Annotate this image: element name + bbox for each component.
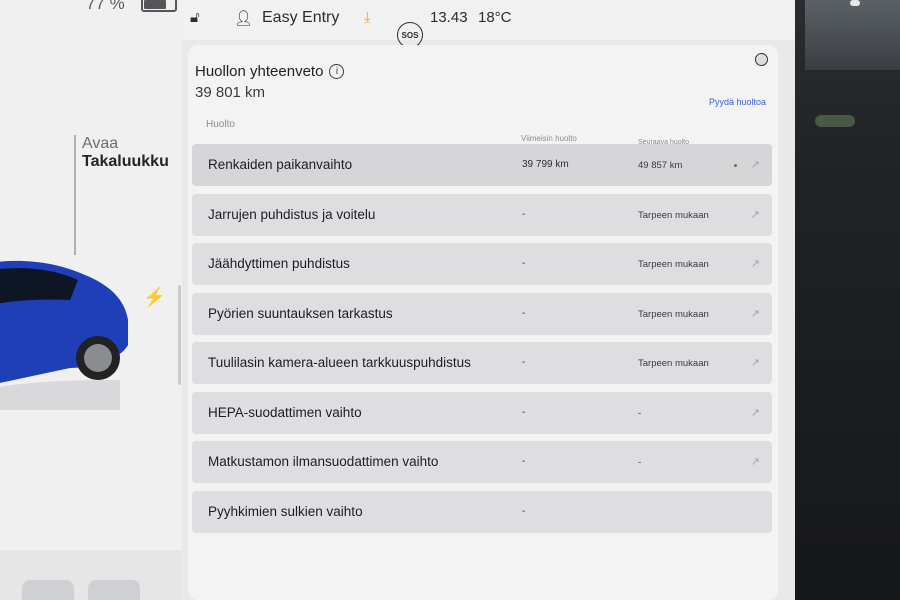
- service-name: HEPA-suodattimen vaihto: [208, 404, 362, 420]
- seat-icon[interactable]: [22, 580, 74, 600]
- arrow-up-right-icon[interactable]: ↗: [751, 307, 760, 320]
- info-icon[interactable]: i: [329, 64, 345, 79]
- arrow-up-right-icon[interactable]: ↗: [751, 158, 760, 171]
- status-bar: 🔓︎ 👤︎ Easy Entry ⤓ SOS 13.43 18°C: [182, 0, 795, 48]
- driver-profile-name[interactable]: Easy Entry: [262, 9, 339, 27]
- table-row[interactable]: Jarrujen puhdistus ja voitelu - Tarpeen …: [192, 193, 772, 236]
- table-header: Huolto Viimeisin huolto Seuraava huolto: [206, 118, 766, 146]
- last-service-value: -: [522, 258, 526, 269]
- last-service-value: 39 799 km: [522, 159, 569, 170]
- next-service-value: 49 857 km: [638, 160, 683, 171]
- battery-status: 77 %: [0, 0, 177, 14]
- clock: 13.43: [430, 9, 468, 26]
- service-name: Jarrujen puhdistus ja voitelu: [208, 206, 376, 222]
- lock-open-icon[interactable]: 🔓︎: [190, 9, 200, 26]
- next-service-value: Tarpeen mukaan: [638, 308, 709, 320]
- vehicle-panel: 77 % Avaa Takaluukku ⚡: [0, 0, 182, 600]
- download-icon[interactable]: ⤓: [364, 9, 371, 26]
- next-service-value: -: [638, 407, 642, 419]
- left-panel-scrollbar[interactable]: [178, 285, 181, 385]
- status-ok-indicator: [734, 164, 737, 167]
- service-name: Matkustamon ilmansuodattimen vaihto: [208, 454, 439, 469]
- battery-percent: 77 %: [86, 0, 125, 13]
- arrow-up-right-icon[interactable]: ↗: [751, 356, 760, 369]
- service-name: Pyyhkimien sulkien vaihto: [208, 503, 363, 519]
- last-service-value: -: [522, 208, 526, 220]
- request-service-link[interactable]: Pyydä huoltoa: [709, 97, 766, 107]
- maintenance-list: Renkaiden paikanvaihto 39 799 km 49 857 …: [192, 144, 772, 540]
- person-icon[interactable]: 👤︎: [234, 9, 253, 27]
- odometer-reading: 39 801 km: [195, 84, 266, 101]
- car-interior-background: [795, 0, 900, 600]
- trunk-control[interactable]: Avaa Takaluukku: [74, 135, 169, 255]
- arrow-up-right-icon[interactable]: ↗: [751, 455, 760, 468]
- trunk-action-label: Avaa: [82, 135, 119, 152]
- last-service-value: -: [522, 456, 526, 467]
- car-reflection: [0, 380, 120, 410]
- seat-icon[interactable]: [88, 580, 140, 600]
- table-row[interactable]: Jäähdyttimen puhdistus - Tarpeen mukaan …: [192, 243, 772, 285]
- car-rim: [84, 344, 112, 372]
- next-service-value: Tarpeen mukaan: [638, 358, 709, 369]
- outside-temperature: 18°C: [478, 9, 512, 26]
- next-service-value: -: [638, 457, 642, 468]
- car-illustration[interactable]: [0, 250, 130, 410]
- summary-title-text: Huollon yhteenveto: [195, 63, 324, 80]
- table-row[interactable]: Renkaiden paikanvaihto 39 799 km 49 857 …: [192, 144, 772, 186]
- page-title: Huollon yhteenveto i: [195, 63, 345, 80]
- arrow-up-right-icon[interactable]: ↗: [751, 406, 760, 419]
- service-name: Renkaiden paikanvaihto: [208, 157, 353, 172]
- service-name: Pyörien suuntauksen tarkastus: [208, 305, 393, 321]
- arrow-up-right-icon[interactable]: ↗: [751, 208, 760, 221]
- arrow-up-right-icon[interactable]: ↗: [751, 257, 760, 270]
- brand-logo-icon: [755, 53, 768, 66]
- table-row[interactable]: Pyyhkimien sulkien vaihto -: [192, 490, 772, 533]
- touchscreen: 77 % Avaa Takaluukku ⚡ 🔓︎ 👤︎ Easy Entry …: [0, 0, 795, 600]
- window-light: [805, 0, 900, 70]
- table-row[interactable]: HEPA-suodattimen vaihto - - ↗: [192, 391, 772, 434]
- maintenance-summary-card: Huollon yhteenveto i 39 801 km Pyydä huo…: [188, 45, 778, 600]
- last-service-value: -: [522, 505, 526, 517]
- table-row[interactable]: Tuulilasin kamera-alueen tarkkuuspuhdist…: [192, 342, 772, 384]
- column-header-last-service: Viimeisin huolto: [521, 134, 577, 143]
- column-header-service: Huolto: [206, 119, 235, 130]
- lightning-icon[interactable]: ⚡: [143, 287, 165, 308]
- next-service-value: Tarpeen mukaan: [638, 259, 709, 270]
- ceiling-light: [850, 0, 860, 6]
- brand-badge: [755, 53, 768, 66]
- last-service-value: -: [522, 406, 526, 418]
- service-name: Jäähdyttimen puhdistus: [208, 256, 350, 271]
- next-service-value: Tarpeen mukaan: [638, 209, 709, 221]
- trunk-label: Takaluukku: [82, 153, 169, 170]
- table-row[interactable]: Pyörien suuntauksen tarkastus - Tarpeen …: [192, 292, 772, 335]
- seat-controls[interactable]: [0, 550, 182, 600]
- last-service-value: -: [522, 307, 526, 319]
- ambient-light: [815, 115, 855, 127]
- card-header: Huollon yhteenveto i 39 801 km: [195, 63, 345, 101]
- service-name: Tuulilasin kamera-alueen tarkkuuspuhdist…: [208, 355, 471, 370]
- battery-icon: [140, 0, 177, 12]
- table-row[interactable]: Matkustamon ilmansuodattimen vaihto - - …: [192, 441, 772, 483]
- last-service-value: -: [522, 357, 526, 368]
